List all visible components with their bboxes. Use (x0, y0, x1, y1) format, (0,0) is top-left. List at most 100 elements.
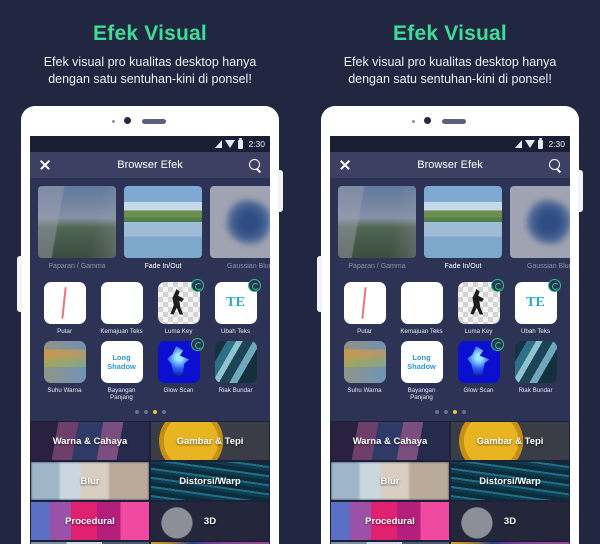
effect-label: Luma Key (464, 328, 493, 335)
app-toolbar: Browser Efek (330, 152, 570, 178)
featured-card[interactable]: Gaussian Blur (510, 186, 570, 270)
screenshot-stage: Efek Visual Efek visual pro kualitas des… (0, 0, 600, 544)
effect-item[interactable]: Luma Key (156, 279, 204, 335)
featured-card[interactable]: Fade In/Out (124, 186, 202, 270)
promo-panel-left: Efek Visual Efek visual pro kualitas des… (0, 0, 300, 544)
pager-dot[interactable] (434, 410, 439, 414)
category-item-procedural[interactable]: Procedural (30, 501, 150, 541)
effect-label: Ubah Teks (220, 328, 251, 335)
featured-card[interactable]: Paparan / Gamma (38, 186, 116, 270)
effect-item[interactable]: Luma Key (456, 279, 504, 335)
category-item-gambar-tepi[interactable]: Gambar & Tepi (450, 421, 570, 461)
effects-grid: Putar Kemajuan Teks Luma Key TE Ubah Tek… (330, 276, 570, 421)
category-item-3d[interactable]: 3D (450, 501, 570, 541)
category-item-warna-cahaya[interactable]: Warna & Cahaya (30, 421, 150, 461)
featured-carousel[interactable]: Paparan / Gamma Fade In/Out Gaussian Blu… (30, 178, 270, 276)
effect-item[interactable]: Suhu Warna (342, 341, 388, 401)
device-frame: 2:30 Browser Efek Paparan / Gamma Fade I… (17, 106, 283, 544)
download-badge-icon[interactable] (490, 279, 504, 292)
featured-label: Fade In/Out (444, 263, 482, 270)
device-screen: 2:30 Browser Efek Paparan / Gamma Fade I… (30, 136, 270, 544)
effect-item[interactable]: Riak Bundar (513, 341, 559, 401)
effect-item[interactable]: Putar (42, 282, 88, 335)
category-item-blur[interactable]: Blur (330, 461, 450, 501)
category-item-3d[interactable]: 3D (150, 501, 270, 541)
category-row: Procedural 3D (30, 501, 270, 541)
category-label: 3D (503, 515, 517, 527)
category-row: Warna & Cahaya Gambar & Tepi (30, 421, 270, 461)
toolbar-title: Browser Efek (417, 159, 483, 171)
effects-grid-row: Putar Kemajuan Teks Luma Key TE Ubah Tek… (330, 279, 570, 335)
device-mockup: 2:30 Browser Efek Paparan / Gamma Fade I… (300, 106, 600, 544)
effect-item[interactable]: Riak Bundar (213, 341, 259, 401)
status-bar: 2:30 (330, 136, 570, 152)
category-item-procedural[interactable]: Procedural (330, 501, 450, 541)
effect-item[interactable]: Glow Scan (156, 338, 204, 401)
effect-item[interactable]: Bayangan Panjang (99, 341, 145, 401)
pager-dots[interactable] (30, 407, 270, 419)
featured-card[interactable]: Fade In/Out (424, 186, 502, 270)
effect-label: Putar (357, 328, 372, 335)
category-item-distorsi-warp[interactable]: Distorsi/Warp (150, 461, 270, 501)
pager-dot[interactable] (143, 410, 148, 414)
effect-item[interactable]: Ubah Teks (213, 279, 261, 335)
category-item-gambar-tepi[interactable]: Gambar & Tepi (150, 421, 270, 461)
effect-item[interactable]: Bayangan Panjang (399, 341, 445, 401)
effect-item[interactable]: Putar (342, 282, 388, 335)
effect-label: Luma Key (164, 328, 193, 335)
category-item-distorsi-warp[interactable]: Distorsi/Warp (450, 461, 570, 501)
download-badge-icon[interactable] (247, 279, 261, 292)
featured-card[interactable]: Gaussian Blur (210, 186, 270, 270)
featured-label: Paparan / Gamma (348, 263, 406, 270)
download-badge-icon[interactable] (190, 279, 204, 292)
camera-icon (124, 117, 131, 124)
page-subtitle: Efek visual pro kualitas desktop hanya d… (43, 55, 257, 86)
featured-thumbnail (338, 186, 416, 258)
page-subtitle: Efek visual pro kualitas desktop hanya d… (343, 55, 557, 86)
power-button[interactable] (278, 170, 283, 212)
category-item-warna-cahaya[interactable]: Warna & Cahaya (330, 421, 450, 461)
search-icon[interactable] (248, 158, 262, 172)
category-label: Gambar & Tepi (176, 435, 244, 447)
pager-dot[interactable] (161, 410, 166, 414)
pager-dots[interactable] (330, 407, 570, 419)
featured-carousel[interactable]: Paparan / Gamma Fade In/Out Gaussian Blu… (330, 178, 570, 276)
effect-item[interactable]: Kemajuan Teks (399, 282, 445, 335)
pager-dot-active[interactable] (152, 410, 157, 414)
effect-item[interactable]: Suhu Warna (42, 341, 88, 401)
download-badge-icon[interactable] (547, 279, 561, 292)
featured-label: Paparan / Gamma (48, 263, 106, 270)
featured-label: Gaussian Blur (227, 263, 270, 270)
category-item-blur[interactable]: Blur (30, 461, 150, 501)
close-icon[interactable] (338, 158, 352, 172)
featured-thumbnail (210, 186, 270, 258)
category-row: Warna & Cahaya Gambar & Tepi (330, 421, 570, 461)
effect-thumbnail (343, 282, 386, 324)
device-frame: 2:30 Browser Efek Paparan / Gamma Fade I… (317, 106, 583, 544)
effect-item[interactable]: Glow Scan (456, 338, 504, 401)
effect-label: Bayangan Panjang (107, 387, 136, 401)
effect-item[interactable]: Kemajuan Teks (99, 282, 145, 335)
volume-button[interactable] (317, 256, 322, 312)
speaker-grille (142, 119, 166, 124)
pager-dot-active[interactable] (452, 410, 457, 414)
featured-thumbnail (124, 186, 202, 258)
power-button[interactable] (578, 170, 583, 212)
search-icon[interactable] (548, 158, 562, 172)
pager-dot[interactable] (443, 410, 448, 414)
pager-dot[interactable] (134, 410, 139, 414)
close-icon[interactable] (38, 158, 52, 172)
pager-dot[interactable] (461, 410, 466, 414)
effect-thumbnail (514, 341, 557, 383)
effect-thumbnail (100, 341, 143, 383)
wifi-icon (225, 140, 236, 148)
effect-item[interactable]: Ubah Teks (513, 279, 561, 335)
page-title: Efek Visual (393, 22, 507, 45)
category-label: Warna & Cahaya (52, 435, 128, 447)
download-badge-icon[interactable] (190, 338, 204, 351)
download-badge-icon[interactable] (490, 338, 504, 351)
featured-label: Fade In/Out (144, 263, 182, 270)
featured-thumbnail (510, 186, 570, 258)
featured-card[interactable]: Paparan / Gamma (338, 186, 416, 270)
volume-button[interactable] (17, 256, 22, 312)
